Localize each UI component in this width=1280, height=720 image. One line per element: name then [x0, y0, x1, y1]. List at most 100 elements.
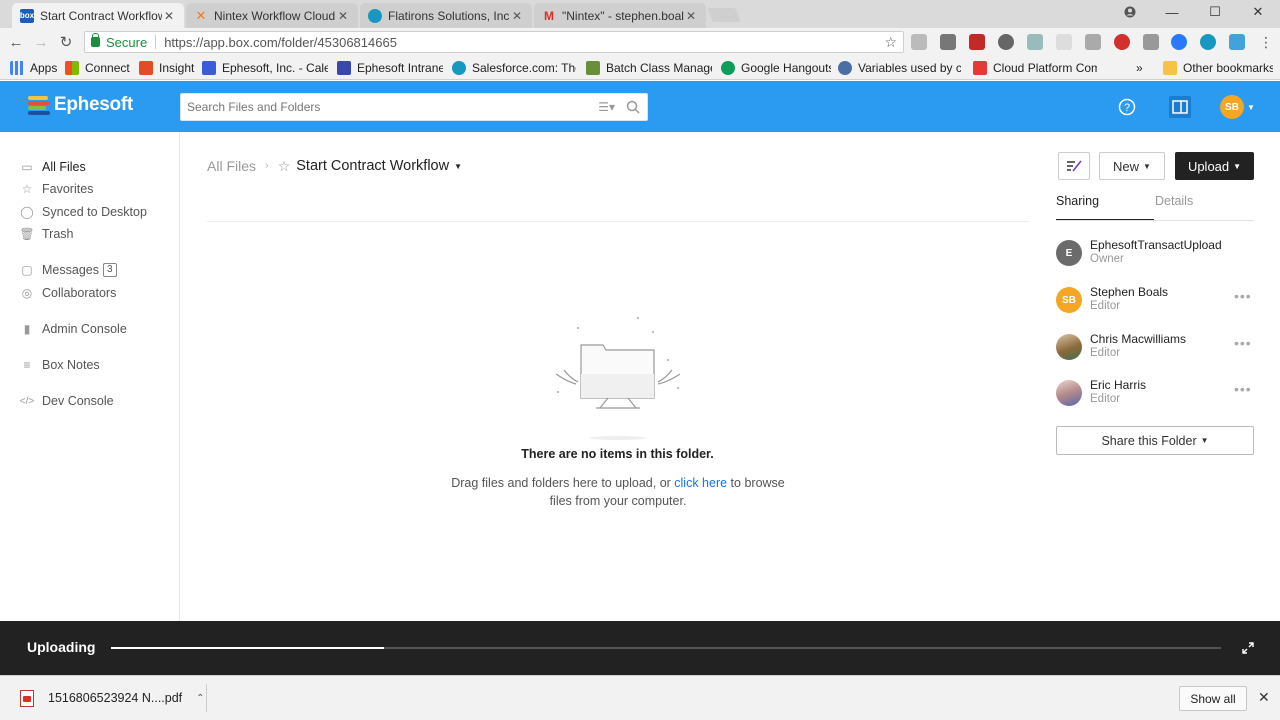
extension-tool-icon[interactable] [1085, 34, 1101, 50]
collaborator-row[interactable]: Eric Harris Editor ••• [1056, 378, 1256, 410]
adblock-icon[interactable] [1114, 34, 1130, 50]
ephesoft-logo[interactable]: Ephesoft [28, 94, 133, 116]
chrome-menu-icon[interactable]: ⋮ [1256, 32, 1276, 52]
empty-state-description: Drag files and folders here to upload, o… [451, 476, 785, 508]
folder-title[interactable]: Start Contract Workflow [296, 158, 449, 174]
share-folder-button[interactable]: Share this Folder ▼ [1056, 426, 1254, 455]
search-icon[interactable] [626, 100, 640, 114]
user-avatar[interactable]: SB [1220, 95, 1244, 119]
extension-settings-icon[interactable] [998, 34, 1014, 50]
bookmark-apps[interactable]: Apps [10, 60, 62, 76]
extension-ofe-icon[interactable] [1056, 34, 1072, 50]
caret-up-icon[interactable]: ⌃ [196, 693, 204, 704]
sidebar-item-all-files[interactable]: ▭ All Files [20, 157, 85, 177]
bookmark-variables[interactable]: Variables used by cor [838, 60, 961, 76]
new-tab-button[interactable] [707, 8, 741, 22]
breadcrumb-all-files[interactable]: All Files [207, 158, 256, 174]
maximize-icon[interactable]: ☐ [1195, 0, 1235, 24]
bookmark-batch-class[interactable]: Batch Class Managen [586, 60, 712, 76]
bookmark-other[interactable]: Other bookmarks [1163, 60, 1273, 76]
extension-g-icon[interactable] [911, 34, 927, 50]
help-icon[interactable]: ? [1116, 96, 1138, 118]
empty-state-title: There are no items in this folder. [521, 447, 714, 461]
app-header: Ephesoft ☰▾ ? SB ▼ [0, 81, 1280, 132]
browser-tab-strip: box Start Contract Workflow ✕ ✕ Nintex W… [0, 0, 1280, 28]
bookmark-salesforce[interactable]: Salesforce.com: The C [452, 60, 576, 76]
sidebar-item-messages[interactable]: ▢ Messages 3 [20, 260, 117, 280]
batch-class-icon [586, 61, 600, 75]
address-bar[interactable]: Secure https://app.box.com/folder/453068… [84, 31, 904, 53]
browser-tab-box[interactable]: box Start Contract Workflow ✕ [12, 3, 184, 28]
profile-icon[interactable] [1110, 0, 1150, 24]
tab-close-icon[interactable]: ✕ [510, 9, 524, 23]
bookmark-connect[interactable]: Connect [65, 60, 133, 76]
filter-sliders-icon[interactable]: ☰▾ [598, 100, 615, 114]
caret-down-icon[interactable]: ▼ [454, 162, 462, 171]
extension-pdf-icon[interactable] [969, 34, 985, 50]
collaborator-row[interactable]: SB Stephen Boals Editor ••• [1056, 285, 1256, 317]
bookmark-hangouts[interactable]: Google Hangouts [721, 60, 831, 76]
tab-close-icon[interactable]: ✕ [162, 9, 176, 23]
bookmark-star-icon[interactable]: ☆ [884, 34, 897, 51]
window-close-icon[interactable]: ✕ [1238, 0, 1278, 24]
collaborator-row[interactable]: Chris Macwilliams Editor ••• [1056, 332, 1256, 364]
search-box[interactable]: ☰▾ [180, 93, 648, 121]
sidebar-item-synced[interactable]: ◯ Synced to Desktop [20, 202, 147, 222]
more-options-icon[interactable]: ••• [1234, 335, 1252, 351]
bookmarks-overflow-chevron[interactable]: » [1136, 60, 1148, 76]
sidebar-toggle-icon[interactable] [1169, 96, 1191, 118]
upload-button[interactable]: Upload ▼ [1175, 152, 1254, 180]
tab-details[interactable]: Details [1155, 194, 1193, 208]
favorite-star-icon[interactable]: ☆ [278, 158, 291, 175]
sidebar-item-trash[interactable]: 🗑 Trash [19, 224, 73, 244]
sidebar-item-admin-console[interactable]: ▮ Admin Console [20, 319, 127, 339]
browser-tab-nintex[interactable]: ✕ Nintex Workflow Cloud ✕ [186, 3, 358, 28]
nintex-favicon-icon: ✕ [195, 7, 207, 23]
expand-icon[interactable] [1242, 642, 1254, 654]
more-options-icon[interactable]: ••• [1234, 381, 1252, 397]
empty-folder-illustration [555, 317, 681, 440]
bookmark-intranet[interactable]: Ephesoft Intranet [337, 60, 443, 76]
search-input[interactable] [181, 94, 561, 120]
back-arrow-icon[interactable]: ← [6, 32, 26, 52]
caret-down-icon[interactable]: ▼ [1247, 103, 1255, 112]
lock-icon [91, 33, 100, 47]
sidebar-item-box-notes[interactable]: ≡ Box Notes [20, 355, 99, 375]
extension-zoom-icon[interactable] [1171, 34, 1187, 50]
new-box-note-button[interactable] [1058, 152, 1090, 180]
forward-arrow-icon[interactable]: → [31, 32, 51, 52]
extension-send-icon[interactable] [1229, 34, 1245, 50]
tab-close-icon[interactable]: ✕ [684, 9, 698, 23]
bookmark-cloud-platform[interactable]: Cloud Platform Comp [973, 60, 1097, 76]
download-item[interactable]: 1516806523924 N....pdf ⌃ [14, 686, 205, 710]
tab-title: "Nintex" - stephen.boals [562, 8, 684, 23]
cloud-platform-icon [973, 61, 987, 75]
tab-close-icon[interactable]: ✕ [336, 9, 350, 23]
sidebar-item-collaborators[interactable]: ◎ Collaborators [20, 283, 117, 303]
reload-icon[interactable]: ↻ [56, 32, 76, 52]
collaborator-name: Stephen Boals [1090, 285, 1169, 299]
bookmark-calendar[interactable]: Ephesoft, Inc. - Calen [202, 60, 328, 76]
url-text[interactable]: https://app.box.com/folder/45306814665 [164, 35, 397, 50]
extension-cloud-icon[interactable] [1200, 34, 1216, 50]
extension-robot-icon[interactable] [1027, 34, 1043, 50]
minimize-icon[interactable]: — [1152, 0, 1192, 24]
sidebar-item-label: Synced to Desktop [42, 205, 147, 219]
caret-down-icon: ▼ [1233, 161, 1242, 171]
click-here-link[interactable]: click here [674, 476, 727, 490]
browser-tab-gmail[interactable]: M "Nintex" - stephen.boals ✕ [534, 3, 706, 28]
collaborator-row[interactable]: E EphesoftTransactUpload Owner [1056, 238, 1256, 270]
bookmark-insight[interactable]: Insight [139, 60, 197, 76]
sidebar-item-favorites[interactable]: ☆ Favorites [20, 179, 94, 199]
new-button[interactable]: New ▼ [1099, 152, 1165, 180]
more-options-icon[interactable]: ••• [1234, 288, 1252, 304]
hangouts-icon [721, 61, 735, 75]
trash-icon: 🗑 [19, 227, 35, 241]
close-shelf-icon[interactable]: ✕ [1258, 689, 1270, 706]
sidebar-item-dev-console[interactable]: </> Dev Console [20, 391, 114, 411]
extension-edit-icon[interactable] [940, 34, 956, 50]
extension-window-icon[interactable] [1143, 34, 1159, 50]
browser-tab-salesforce[interactable]: Flatirons Solutions, Inc | S ✕ [360, 3, 532, 28]
show-all-button[interactable]: Show all [1179, 686, 1247, 711]
tab-sharing[interactable]: Sharing [1056, 194, 1154, 221]
